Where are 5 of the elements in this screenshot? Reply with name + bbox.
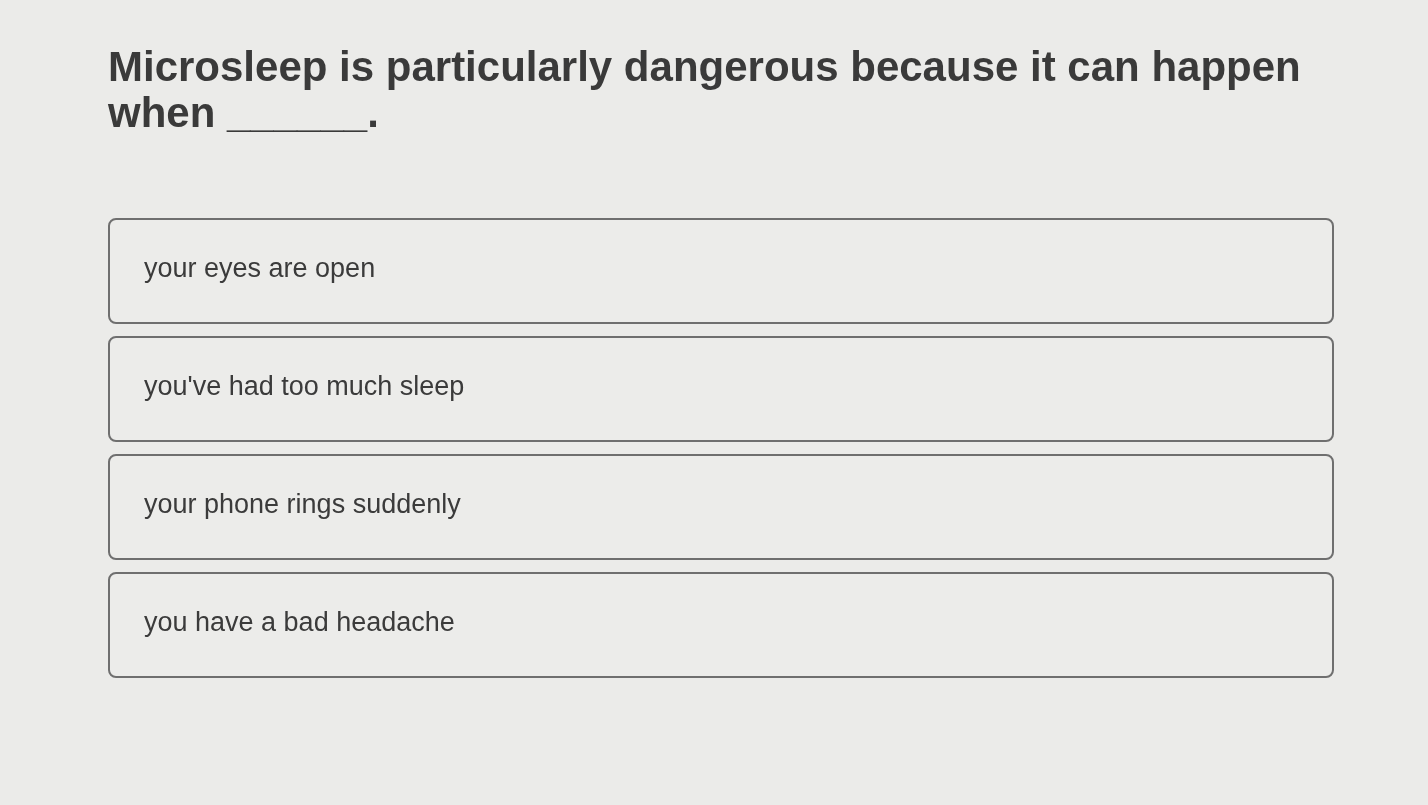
question-text: Microsleep is particularly dangerous because it can happen when ______. [108,44,1302,136]
answer-option[interactable]: you have a bad headache [108,572,1334,678]
answer-option[interactable]: you've had too much sleep [108,336,1334,442]
answer-option[interactable]: your phone rings suddenly [108,454,1334,560]
answer-option[interactable]: your eyes are open [108,218,1334,324]
